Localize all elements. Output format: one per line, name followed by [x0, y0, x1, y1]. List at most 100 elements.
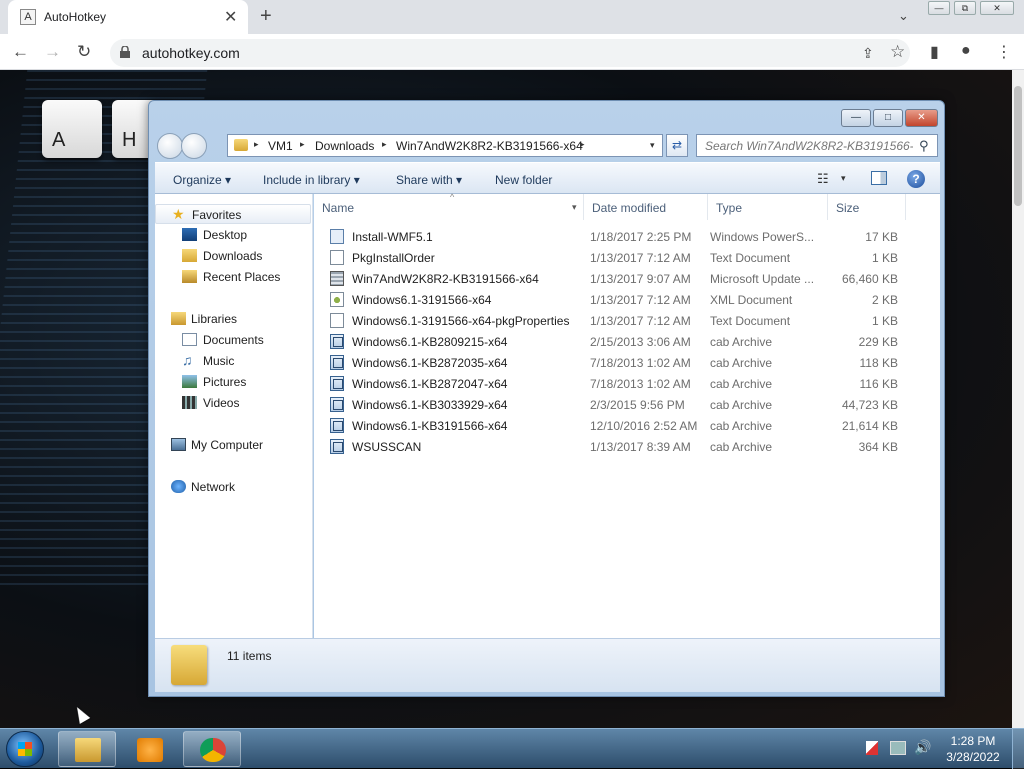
file-row[interactable]: Windows6.1-KB3191566-x64 12/10/2016 2:52 … — [314, 415, 940, 436]
back-arrow-icon[interactable]: ← — [12, 42, 29, 62]
share-label: Share with — [396, 173, 453, 187]
reload-icon[interactable]: ↻ — [77, 42, 91, 62]
browser-tab[interactable]: A AutoHotkey ✕ — [8, 0, 248, 34]
tab-search-icon[interactable]: ⌄ — [898, 8, 909, 24]
file-row[interactable]: Windows6.1-KB3033929-x64 2/3/2015 9:56 PM… — [314, 394, 940, 415]
nav-libraries[interactable]: Libraries — [155, 309, 311, 329]
file-date: 1/13/2017 7:12 AM — [590, 251, 691, 265]
breadcrumb-sep[interactable]: ▸ — [580, 139, 585, 150]
scrollbar-thumb[interactable] — [1014, 86, 1022, 206]
file-date: 7/18/2013 1:02 AM — [590, 377, 691, 391]
chevron-down-icon: ▾ — [353, 173, 360, 187]
file-date: 1/13/2017 9:07 AM — [590, 272, 691, 286]
search-icon[interactable]: ⚲ — [919, 138, 929, 154]
file-row[interactable]: Windows6.1-3191566-x64 1/13/2017 7:12 AM X… — [314, 289, 940, 310]
nav-desktop[interactable]: Desktop — [155, 225, 311, 245]
file-row[interactable]: WSUSSCAN 1/13/2017 8:39 AM cab Archive 364 … — [314, 436, 940, 457]
browser-close-button[interactable]: ✕ — [980, 1, 1014, 15]
column-header-type[interactable]: Type — [708, 194, 828, 220]
breadcrumb-sep[interactable]: ▸ — [382, 139, 387, 150]
breadcrumb-current-folder[interactable]: Win7AndW2K8R2-KB3191566-x64 — [396, 139, 583, 153]
file-row[interactable]: PkgInstallOrder 1/13/2017 7:12 AM Text Doc… — [314, 247, 940, 268]
new-tab-button[interactable]: + — [260, 5, 272, 28]
share-with-button[interactable]: Share with ▾ — [396, 173, 462, 187]
browser-minimize-button[interactable]: — — [928, 1, 950, 15]
address-bar[interactable]: autohotkey.com ⇪ ☆ — [110, 39, 910, 67]
start-button[interactable] — [6, 731, 44, 767]
file-type: Text Document — [710, 251, 791, 265]
file-row[interactable]: Windows6.1-KB2872047-x64 7/18/2013 1:02 A… — [314, 373, 940, 394]
back-forward-buttons — [157, 133, 209, 159]
file-name: Win7AndW2K8R2-KB3191566-x64 — [352, 272, 539, 286]
action-center-flag-icon[interactable] — [866, 741, 878, 755]
breadcrumb-vm1[interactable]: VM1 — [268, 139, 293, 153]
file-row[interactable]: Windows6.1-3191566-x64-pkgProperties 1/13… — [314, 310, 940, 331]
forward-button[interactable] — [181, 133, 207, 159]
nav-favorites[interactable]: ★ Favorites — [155, 204, 311, 224]
views-dropdown-icon[interactable]: ▾ — [841, 173, 846, 184]
nav-my-computer[interactable]: My Computer — [155, 435, 311, 455]
file-row[interactable]: Install-WMF5.1 1/18/2017 2:25 PM Windows P… — [314, 226, 940, 247]
tab-close-icon[interactable]: ✕ — [224, 7, 237, 27]
text-file-icon — [330, 250, 344, 265]
nav-documents[interactable]: Documents — [155, 330, 311, 350]
explorer-minimize-button[interactable]: — — [841, 109, 871, 127]
profile-avatar-icon[interactable]: ● — [961, 42, 971, 60]
show-desktop-button[interactable] — [1012, 729, 1024, 769]
browser-maximize-button[interactable]: ⧉ — [954, 1, 976, 15]
forward-arrow-icon[interactable]: → — [44, 42, 61, 62]
share-icon[interactable]: ⇪ — [862, 45, 874, 62]
bookmark-star-icon[interactable]: ☆ — [890, 42, 905, 62]
file-type: Text Document — [710, 314, 791, 328]
cab-icon — [330, 334, 344, 349]
page-scrollbar[interactable] — [1012, 70, 1024, 728]
column-header-size[interactable]: Size — [828, 194, 906, 220]
taskbar-chrome-button[interactable] — [183, 731, 241, 767]
nav-downloads[interactable]: Downloads — [155, 246, 311, 266]
help-icon[interactable]: ? — [907, 170, 925, 188]
refresh-button[interactable]: ⇄ — [666, 134, 688, 157]
nav-recent-places[interactable]: Recent Places — [155, 267, 311, 287]
nav-label: Desktop — [203, 228, 248, 242]
breadcrumb-downloads[interactable]: Downloads — [315, 139, 374, 153]
column-header-date[interactable]: Date modified — [584, 194, 708, 220]
cab-icon — [330, 439, 344, 454]
volume-icon[interactable]: 🔊 — [914, 739, 931, 756]
preview-pane-icon[interactable] — [871, 171, 887, 185]
file-row[interactable]: Windows6.1-KB2872035-x64 7/18/2013 1:02 A… — [314, 352, 940, 373]
breadcrumb-sep[interactable]: ▸ — [300, 139, 305, 150]
nav-videos[interactable]: Videos — [155, 393, 311, 413]
documents-icon — [182, 333, 197, 346]
taskbar-explorer-button[interactable] — [58, 731, 116, 767]
taskbar-media-player-button[interactable] — [120, 731, 178, 767]
file-row[interactable]: Win7AndW2K8R2-KB3191566-x64 1/13/2017 9:0… — [314, 268, 940, 289]
nav-pictures[interactable]: Pictures — [155, 372, 311, 392]
file-row[interactable]: Windows6.1-KB2809215-x64 2/15/2013 3:06 A… — [314, 331, 940, 352]
url-text[interactable]: autohotkey.com — [142, 45, 240, 61]
explorer-search-input[interactable]: Search Win7AndW2K8R2-KB3191566-... ⚲ — [696, 134, 938, 157]
browser-menu-icon[interactable]: ⋮ — [996, 42, 1012, 62]
column-header-name[interactable]: Name ^ ▾ — [314, 192, 584, 220]
music-icon: ♫ — [182, 352, 193, 368]
network-tray-icon[interactable] — [890, 741, 906, 755]
new-folder-button[interactable]: New folder — [495, 173, 552, 187]
include-label: Include in library — [263, 173, 351, 187]
clock-time[interactable]: 1:28 PM — [940, 734, 1006, 748]
file-type: cab Archive — [710, 377, 773, 391]
breadcrumb-sep[interactable]: ▸ — [254, 139, 259, 150]
column-dropdown-icon[interactable]: ▾ — [572, 202, 577, 213]
side-panel-icon[interactable]: ▮ — [930, 42, 939, 62]
nav-label: Network — [191, 480, 236, 494]
nav-label: Documents — [203, 333, 264, 347]
organize-button[interactable]: Organize ▾ — [173, 173, 231, 187]
back-button[interactable] — [157, 133, 183, 159]
views-icon[interactable]: ☷ — [817, 171, 829, 187]
explorer-address-bar[interactable]: ▸ VM1 ▸ Downloads ▸ Win7AndW2K8R2-KB3191… — [227, 134, 663, 157]
explorer-maximize-button[interactable]: □ — [873, 109, 903, 127]
nav-music[interactable]: ♫ Music — [155, 351, 311, 371]
include-in-library-button[interactable]: Include in library ▾ — [263, 173, 360, 187]
clock-date[interactable]: 3/28/2022 — [940, 750, 1006, 764]
nav-network[interactable]: Network — [155, 477, 311, 497]
explorer-close-button[interactable]: ✕ — [905, 109, 938, 127]
address-dropdown-icon[interactable]: ▾ — [650, 140, 655, 151]
